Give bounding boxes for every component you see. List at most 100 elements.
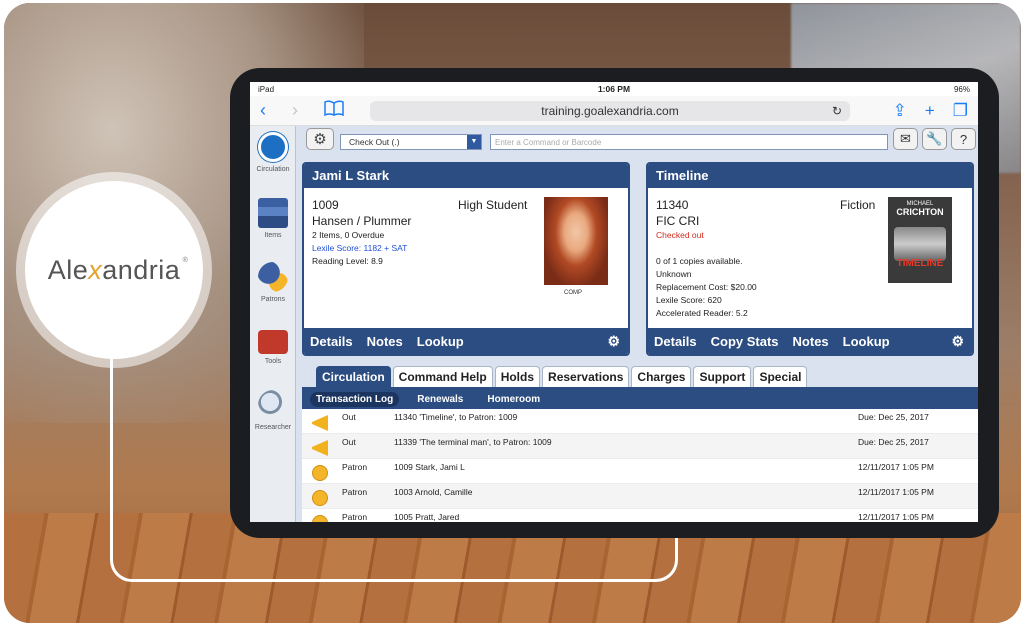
subtabs: Transaction Log Renewals Homeroom	[302, 389, 978, 409]
circulation-icon	[258, 132, 288, 162]
item-actions: Details Copy Stats Notes Lookup ⚙	[648, 328, 972, 354]
magnifier-icon	[258, 390, 288, 420]
settings-gear-button[interactable]: ⚙	[306, 128, 334, 150]
patron-smiley-icon	[312, 490, 328, 506]
table-row[interactable]: Patron 1009 Stark, Jami L 12/11/2017 1:0…	[302, 459, 978, 484]
item-id: 11340	[656, 198, 689, 212]
tab-support[interactable]: Support	[693, 366, 752, 387]
item-genre: Fiction	[840, 198, 876, 212]
share-icon[interactable]: ⇪	[893, 101, 907, 121]
tab-special[interactable]: Special	[753, 366, 808, 387]
logo-badge: Alexandria ®	[25, 181, 203, 359]
forward-button[interactable]: ›	[292, 100, 324, 121]
command-input[interactable]: Enter a Command or Barcode	[490, 134, 888, 150]
table-row[interactable]: Patron 1003 Arnold, Camille 12/11/2017 1…	[302, 484, 978, 509]
sidebar-item-researcher[interactable]: Researcher	[250, 390, 296, 431]
subtab-transaction-log[interactable]: Transaction Log	[310, 391, 400, 407]
patron-panel: Jami L Stark 1009 High Student Hansen / …	[302, 162, 630, 356]
safari-toolbar: ‹ › training.goalexandria.com ↻ ⇪ + ❐	[250, 96, 978, 126]
sidebar-item-items[interactable]: Items	[250, 198, 296, 239]
battery: 96%	[953, 84, 970, 94]
clock: 1:06 PM	[597, 84, 631, 94]
tools-button[interactable]: 🔧	[922, 128, 947, 150]
subtab-homeroom[interactable]: Homeroom	[481, 392, 546, 407]
patron-smiley-icon	[312, 465, 328, 481]
patron-lookup-button[interactable]: Lookup	[417, 334, 464, 349]
gear-icon: ⚙	[313, 131, 327, 148]
patron-name: Jami L Stark	[304, 164, 628, 188]
sidebar-item-patrons[interactable]: Patrons	[250, 262, 296, 303]
chevron-down-icon: ▼	[467, 135, 481, 149]
patrons-icon	[258, 262, 288, 292]
book-cover: MICHAEL CRICHTON TIMELINE	[888, 197, 952, 283]
tab-reservations[interactable]: Reservations	[542, 366, 630, 387]
item-copy-stats-button[interactable]: Copy Stats	[711, 334, 779, 349]
sidebar-item-circulation[interactable]: Circulation	[250, 132, 296, 173]
ipad-screen: iPad 1:06 PM 96% ‹ › training.goalexandr…	[250, 82, 978, 522]
mode-select[interactable]: Check Out (.) ▼	[340, 134, 482, 150]
tab-circulation[interactable]: Circulation	[316, 366, 391, 387]
item-ar: Accelerated Reader: 5.2	[656, 308, 748, 318]
checkout-arrow-icon	[312, 415, 328, 431]
device-label: iPad	[258, 84, 275, 94]
transaction-panel: Transaction Log Renewals Homeroom Out 11…	[302, 387, 978, 522]
item-details-button[interactable]: Details	[654, 334, 697, 349]
help-button[interactable]: ?	[951, 128, 976, 150]
module-sidebar: Circulation Items Patrons Tools Research…	[250, 126, 296, 522]
item-cost: Replacement Cost: $20.00	[656, 282, 757, 292]
patron-items: 2 Items, 0 Overdue	[312, 230, 385, 240]
alexandria-app: Circulation Items Patrons Tools Research…	[250, 126, 978, 522]
books-icon	[258, 198, 288, 228]
patron-reading-level: Reading Level: 8.9	[312, 256, 383, 266]
command-bar: ⚙ Check Out (.) ▼ Enter a Command or Bar…	[302, 128, 978, 152]
checkout-arrow-icon	[312, 440, 328, 456]
item-title: Timeline	[648, 164, 972, 188]
logo-ring: Alexandria ®	[16, 172, 212, 368]
patron-actions: Details Notes Lookup ⚙	[304, 328, 628, 354]
toolbox-icon	[258, 330, 288, 354]
wrench-icon: 🔧	[926, 131, 943, 146]
subtab-renewals[interactable]: Renewals	[411, 392, 469, 407]
table-row[interactable]: Out 11339 'The terminal man', to Patron:…	[302, 434, 978, 459]
notes-button[interactable]: ✉	[893, 128, 918, 150]
transaction-list: Out 11340 'Timeline', to Patron: 1009 Du…	[302, 409, 978, 522]
item-notes-button[interactable]: Notes	[793, 334, 829, 349]
patron-lexile: Lexile Score: 1182 + SAT	[312, 243, 408, 253]
circulation-main: ⚙ Check Out (.) ▼ Enter a Command or Bar…	[302, 126, 978, 522]
item-call-number: FIC CRI	[656, 214, 700, 228]
gear-icon[interactable]: ⚙	[607, 333, 620, 350]
item-unknown: Unknown	[656, 269, 692, 279]
table-row[interactable]: Out 11340 'Timeline', to Patron: 1009 Du…	[302, 409, 978, 434]
table-row[interactable]: Patron 1005 Pratt, Jared 12/11/2017 1:05…	[302, 509, 978, 522]
patron-notes-button[interactable]: Notes	[367, 334, 403, 349]
alexandria-logo: Alexandria ®	[47, 254, 189, 285]
ipad-frame: iPad 1:06 PM 96% ‹ › training.goalexandr…	[230, 68, 999, 538]
item-copies: 0 of 1 copies available.	[656, 256, 743, 266]
status-bar: iPad 1:06 PM 96%	[250, 82, 978, 96]
help-icon: ?	[959, 131, 968, 147]
circulation-tabs: Circulation Command Help Holds Reservati…	[316, 366, 808, 387]
new-tab-icon[interactable]: +	[925, 101, 935, 121]
tab-command-help[interactable]: Command Help	[392, 366, 493, 387]
item-status: Checked out	[656, 230, 704, 240]
sidebar-item-tools[interactable]: Tools	[250, 326, 296, 365]
message-icon: ✉	[900, 131, 911, 146]
item-lookup-button[interactable]: Lookup	[843, 334, 890, 349]
patron-smiley-icon	[312, 515, 328, 522]
url-text: training.goalexandria.com	[541, 103, 679, 118]
bookmarks-icon[interactable]	[324, 100, 356, 121]
patron-teacher: Hansen / Plummer	[312, 214, 412, 228]
reload-icon[interactable]: ↻	[832, 104, 842, 118]
tab-holds[interactable]: Holds	[494, 366, 541, 387]
address-bar[interactable]: training.goalexandria.com ↻	[370, 100, 850, 121]
item-panel: Timeline 11340 Fiction FIC CRI Checked o…	[646, 162, 974, 356]
tabs-icon[interactable]: ❐	[953, 101, 968, 121]
item-lexile: Lexile Score: 620	[656, 295, 722, 305]
patron-id: 1009	[312, 198, 339, 212]
patron-details-button[interactable]: Details	[310, 334, 353, 349]
patron-photo	[544, 197, 608, 285]
gear-icon[interactable]: ⚙	[951, 333, 964, 350]
tab-charges[interactable]: Charges	[631, 366, 692, 387]
back-button[interactable]: ‹	[260, 100, 292, 121]
photo-caption: COMP	[564, 290, 582, 296]
